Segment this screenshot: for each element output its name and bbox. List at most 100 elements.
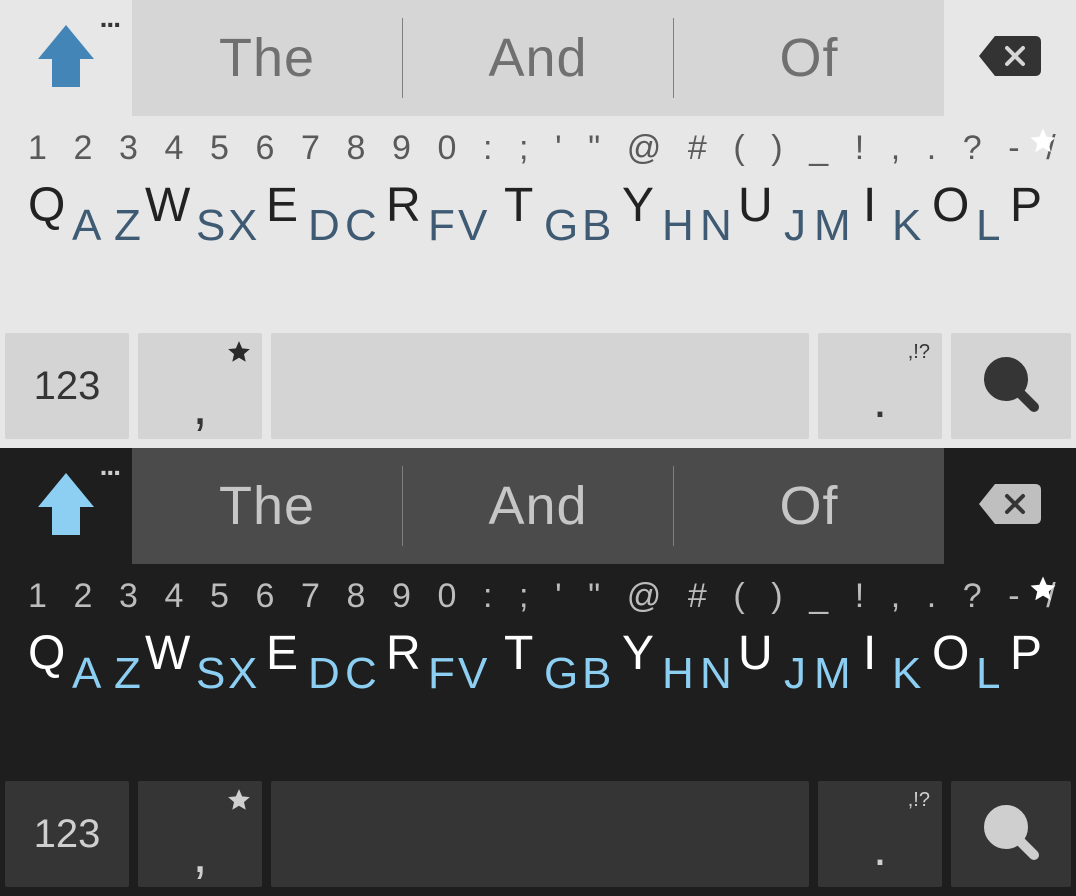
suggestion-item[interactable]: The (132, 475, 402, 537)
symbol-key[interactable]: ; (519, 129, 528, 168)
symbol-key[interactable]: . (927, 129, 936, 168)
letter-key-secondary[interactable]: J (784, 204, 806, 248)
symbol-key[interactable]: 5 (210, 129, 229, 168)
symbol-key[interactable]: 2 (74, 577, 93, 616)
comma-key[interactable]: , (138, 333, 262, 439)
shift-key[interactable]: ... (0, 0, 132, 116)
letter-key-secondary[interactable]: K (892, 204, 921, 248)
suggestion-item[interactable]: The (132, 27, 402, 89)
letter-key-secondary[interactable]: A (72, 204, 101, 248)
letter-key[interactable]: O (932, 630, 969, 678)
letter-key[interactable]: E (266, 182, 298, 230)
space-key[interactable] (271, 781, 809, 887)
symbol-key[interactable]: ' (555, 129, 562, 168)
symbol-key[interactable]: ( (733, 577, 744, 616)
letter-key-secondary[interactable]: Z (114, 204, 141, 248)
letter-key[interactable]: O (932, 182, 969, 230)
letter-key-secondary[interactable]: X (228, 204, 257, 248)
numeric-toggle-key[interactable]: 123 (5, 333, 129, 439)
symbol-key[interactable]: : (483, 129, 492, 168)
letter-key-secondary[interactable]: L (976, 204, 1000, 248)
symbol-key[interactable]: . (927, 577, 936, 616)
letter-key[interactable]: Y (622, 630, 654, 678)
letter-key[interactable]: U (738, 630, 773, 678)
comma-key[interactable]: , (138, 781, 262, 887)
symbol-key[interactable]: 4 (165, 577, 184, 616)
symbol-key[interactable]: ' (555, 577, 562, 616)
suggestion-item[interactable]: And (403, 27, 673, 89)
letter-key-secondary[interactable]: X (228, 652, 257, 696)
letter-key-secondary[interactable]: G (544, 204, 578, 248)
symbol-key[interactable]: , (891, 129, 900, 168)
symbol-key[interactable]: 6 (256, 577, 275, 616)
symbol-key[interactable]: @ (627, 129, 662, 168)
letter-key-secondary[interactable]: H (662, 204, 694, 248)
letter-key-secondary[interactable]: V (458, 652, 487, 696)
letter-key-secondary[interactable]: C (345, 652, 377, 696)
symbol-key[interactable]: 1 (28, 129, 47, 168)
period-key[interactable]: ,!? . (818, 781, 942, 887)
symbol-key[interactable]: ! (855, 129, 864, 168)
star-key[interactable] (1028, 574, 1058, 609)
letter-key[interactable]: I (863, 182, 876, 230)
symbol-key[interactable]: 5 (210, 577, 229, 616)
backspace-key[interactable] (944, 448, 1076, 564)
letter-key-secondary[interactable]: M (814, 204, 851, 248)
symbol-key[interactable]: 9 (392, 129, 411, 168)
letter-key[interactable]: Q (28, 182, 65, 230)
symbol-key[interactable]: @ (627, 577, 662, 616)
letter-key-secondary[interactable]: C (345, 204, 377, 248)
letter-key-secondary[interactable]: A (72, 652, 101, 696)
symbol-key[interactable]: ? (963, 129, 982, 168)
letter-key-secondary[interactable]: L (976, 652, 1000, 696)
symbol-key[interactable]: 7 (301, 577, 320, 616)
suggestion-item[interactable]: Of (674, 27, 944, 89)
letter-key-secondary[interactable]: F (428, 204, 455, 248)
symbol-key[interactable]: 8 (347, 129, 366, 168)
letter-key-secondary[interactable]: N (700, 204, 732, 248)
symbol-key[interactable]: ! (855, 577, 864, 616)
letter-key-secondary[interactable]: K (892, 652, 921, 696)
symbol-key[interactable]: " (588, 129, 600, 168)
letter-key[interactable]: T (504, 182, 533, 230)
symbol-key[interactable]: 0 (438, 577, 457, 616)
period-key[interactable]: ,!? . (818, 333, 942, 439)
symbol-key[interactable]: 3 (119, 577, 138, 616)
letter-key-secondary[interactable]: S (196, 652, 225, 696)
letter-key-secondary[interactable]: D (308, 652, 340, 696)
letter-key[interactable]: Q (28, 630, 65, 678)
symbol-key[interactable]: _ (809, 577, 828, 616)
symbol-key[interactable]: # (688, 129, 707, 168)
letter-key[interactable]: R (386, 182, 421, 230)
star-key[interactable] (1028, 126, 1058, 161)
letter-key-secondary[interactable]: F (428, 652, 455, 696)
symbol-key[interactable]: 3 (119, 129, 138, 168)
letter-key-secondary[interactable]: M (814, 652, 851, 696)
symbol-key[interactable]: - (1008, 577, 1019, 616)
letter-key-secondary[interactable]: V (458, 204, 487, 248)
letter-key-secondary[interactable]: N (700, 652, 732, 696)
letter-key-secondary[interactable]: Z (114, 652, 141, 696)
symbol-key[interactable]: ; (519, 577, 528, 616)
letter-key-secondary[interactable]: D (308, 204, 340, 248)
letter-key[interactable]: P (1010, 630, 1042, 678)
symbol-key[interactable]: # (688, 577, 707, 616)
suggestion-item[interactable]: Of (674, 475, 944, 537)
symbol-key[interactable]: ? (963, 577, 982, 616)
letter-key[interactable]: R (386, 630, 421, 678)
letter-key[interactable]: W (145, 630, 190, 678)
numeric-toggle-key[interactable]: 123 (5, 781, 129, 887)
letter-key[interactable]: I (863, 630, 876, 678)
symbol-key[interactable]: 2 (74, 129, 93, 168)
letter-key[interactable]: E (266, 630, 298, 678)
letter-key-secondary[interactable]: B (582, 204, 611, 248)
symbol-key[interactable]: _ (809, 129, 828, 168)
symbol-key[interactable]: 4 (165, 129, 184, 168)
symbol-key[interactable]: 6 (256, 129, 275, 168)
letter-key[interactable]: P (1010, 182, 1042, 230)
symbol-key[interactable]: ( (733, 129, 744, 168)
letter-key[interactable]: W (145, 182, 190, 230)
symbol-key[interactable]: " (588, 577, 600, 616)
letter-key[interactable]: T (504, 630, 533, 678)
symbol-key[interactable]: 9 (392, 577, 411, 616)
